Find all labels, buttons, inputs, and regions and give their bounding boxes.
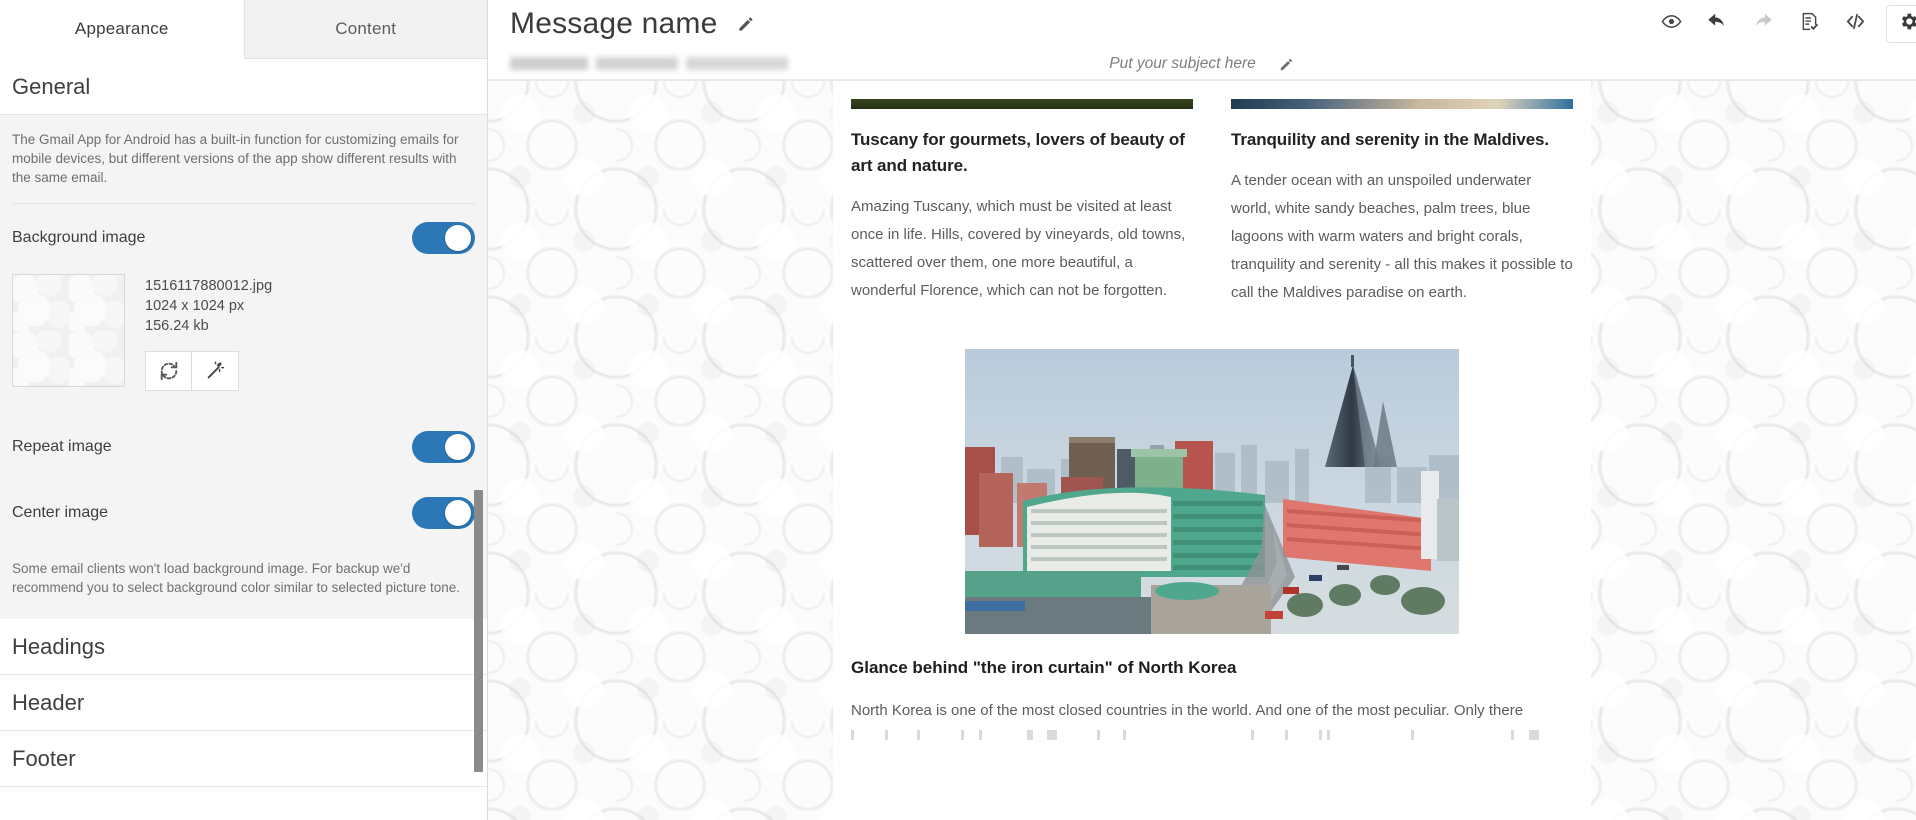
- sidebar-tabbar: Appearance Content: [0, 0, 487, 59]
- email-template-editor: Appearance Content General The Gmail App…: [0, 0, 1916, 820]
- feature-block: Glance behind "the iron curtain" of Nort…: [851, 307, 1573, 740]
- magic-wand-icon: [204, 360, 226, 382]
- section-footer-label: Footer: [12, 745, 76, 771]
- editor-topbar: Message name: [488, 0, 1916, 48]
- settings-button[interactable]: [1886, 5, 1916, 43]
- background-image-toggle[interactable]: [412, 222, 475, 254]
- column-maldives[interactable]: Tranquility and serenity in the Maldives…: [1231, 99, 1573, 307]
- topbar-actions: [1648, 0, 1916, 48]
- image-action-buttons: [145, 351, 272, 391]
- repeat-image-toggle[interactable]: [412, 431, 475, 463]
- two-column-block: Tuscany for gourmets, lovers of beauty o…: [851, 81, 1573, 307]
- editor-main: Message name Put your subject here Tusca…: [488, 0, 1916, 820]
- section-header-general[interactable]: General: [0, 59, 487, 115]
- checklist-button[interactable]: [1786, 0, 1832, 48]
- section-general-label: General: [12, 73, 91, 99]
- repeat-image-row: Repeat image: [12, 413, 475, 479]
- feature-body-clipped-line: [851, 730, 1573, 740]
- image-file-name: 1516117880012.jpg: [145, 278, 273, 294]
- code-brackets-icon: [1844, 10, 1867, 38]
- edit-image-button[interactable]: [192, 351, 239, 391]
- background-image-meta: 1516117880012.jpg 1024 x 1024 px 156.24 …: [145, 274, 272, 391]
- repeat-image-label: Repeat image: [12, 438, 112, 455]
- tab-appearance-label: Appearance: [74, 19, 169, 38]
- document-check-icon: [1799, 11, 1820, 37]
- section-headings-label: Headings: [12, 633, 105, 659]
- feature-body: North Korea is one of the most closed co…: [851, 702, 1524, 719]
- appearance-sidebar: Appearance Content General The Gmail App…: [0, 0, 488, 820]
- undo-arrow-icon: [1706, 11, 1728, 38]
- replace-image-button[interactable]: [145, 351, 192, 391]
- toggle-knob: [445, 225, 471, 251]
- image-file-size: 156.24 kb: [145, 318, 209, 334]
- topbar-divider: [488, 80, 1916, 81]
- section-header-footer[interactable]: Footer: [0, 731, 487, 787]
- edit-message-name-pencil-icon[interactable]: [736, 14, 756, 34]
- email-preview-canvas[interactable]: Tuscany for gourmets, lovers of beauty o…: [488, 81, 1916, 820]
- background-image-row: Background image: [12, 204, 475, 270]
- editor-subbar: Put your subject here: [488, 48, 1916, 80]
- sidebar-scrollbar-track[interactable]: [474, 0, 485, 820]
- toggle-knob: [445, 500, 471, 526]
- maldives-body: A tender ocean with an unspoiled underwa…: [1231, 172, 1573, 301]
- feature-heading: Glance behind "the iron curtain" of Nort…: [851, 658, 1237, 677]
- tuscany-body: Amazing Tuscany, which must be visited a…: [851, 198, 1186, 299]
- tab-content-label: Content: [335, 19, 397, 38]
- eye-icon: [1660, 11, 1682, 37]
- redo-arrow-icon: [1752, 11, 1774, 38]
- tab-appearance[interactable]: Appearance: [0, 0, 244, 59]
- column-tuscany[interactable]: Tuscany for gourmets, lovers of beauty o…: [851, 99, 1193, 307]
- gear-icon: [1898, 11, 1916, 37]
- tuscany-vineyard-photo[interactable]: [851, 99, 1193, 109]
- general-panel-body: The Gmail App for Android has a built-in…: [0, 115, 487, 619]
- center-image-row: Center image: [12, 479, 475, 545]
- sidebar-scrollbar-thumb[interactable]: [474, 490, 483, 772]
- email-content-card[interactable]: Tuscany for gourmets, lovers of beauty o…: [833, 81, 1591, 820]
- undo-button[interactable]: [1694, 0, 1740, 48]
- edit-subject-pencil-icon[interactable]: [1278, 56, 1295, 73]
- preview-button[interactable]: [1648, 0, 1694, 48]
- subject-input[interactable]: Put your subject here: [1109, 55, 1255, 73]
- general-helper-text: The Gmail App for Android has a built-in…: [12, 115, 475, 204]
- refresh-icon: [158, 360, 180, 382]
- section-header-headings[interactable]: Headings: [0, 619, 487, 675]
- page-title: Message name: [510, 7, 718, 40]
- maldives-heading: Tranquility and serenity in the Maldives…: [1231, 130, 1550, 149]
- background-image-thumbnail[interactable]: [12, 274, 125, 387]
- background-image-label: Background image: [12, 229, 146, 246]
- image-dimensions: 1024 x 1024 px: [145, 298, 245, 314]
- toggle-knob: [445, 434, 471, 460]
- code-view-button[interactable]: [1832, 0, 1878, 48]
- sender-address[interactable]: [510, 57, 788, 70]
- pyongyang-cityscape-photo[interactable]: [965, 349, 1459, 634]
- redo-button[interactable]: [1740, 0, 1786, 48]
- tuscany-heading: Tuscany for gourmets, lovers of beauty o…: [851, 130, 1185, 175]
- background-color-note: Some email clients won't load background…: [12, 561, 460, 595]
- tab-content[interactable]: Content: [243, 0, 487, 59]
- center-image-toggle[interactable]: [412, 497, 475, 529]
- center-image-label: Center image: [12, 504, 109, 521]
- section-header-header[interactable]: Header: [0, 675, 487, 731]
- section-header-label: Header: [12, 689, 85, 715]
- background-image-details: 1516117880012.jpg 1024 x 1024 px 156.24 …: [12, 270, 475, 413]
- maldives-beach-photo[interactable]: [1231, 99, 1573, 109]
